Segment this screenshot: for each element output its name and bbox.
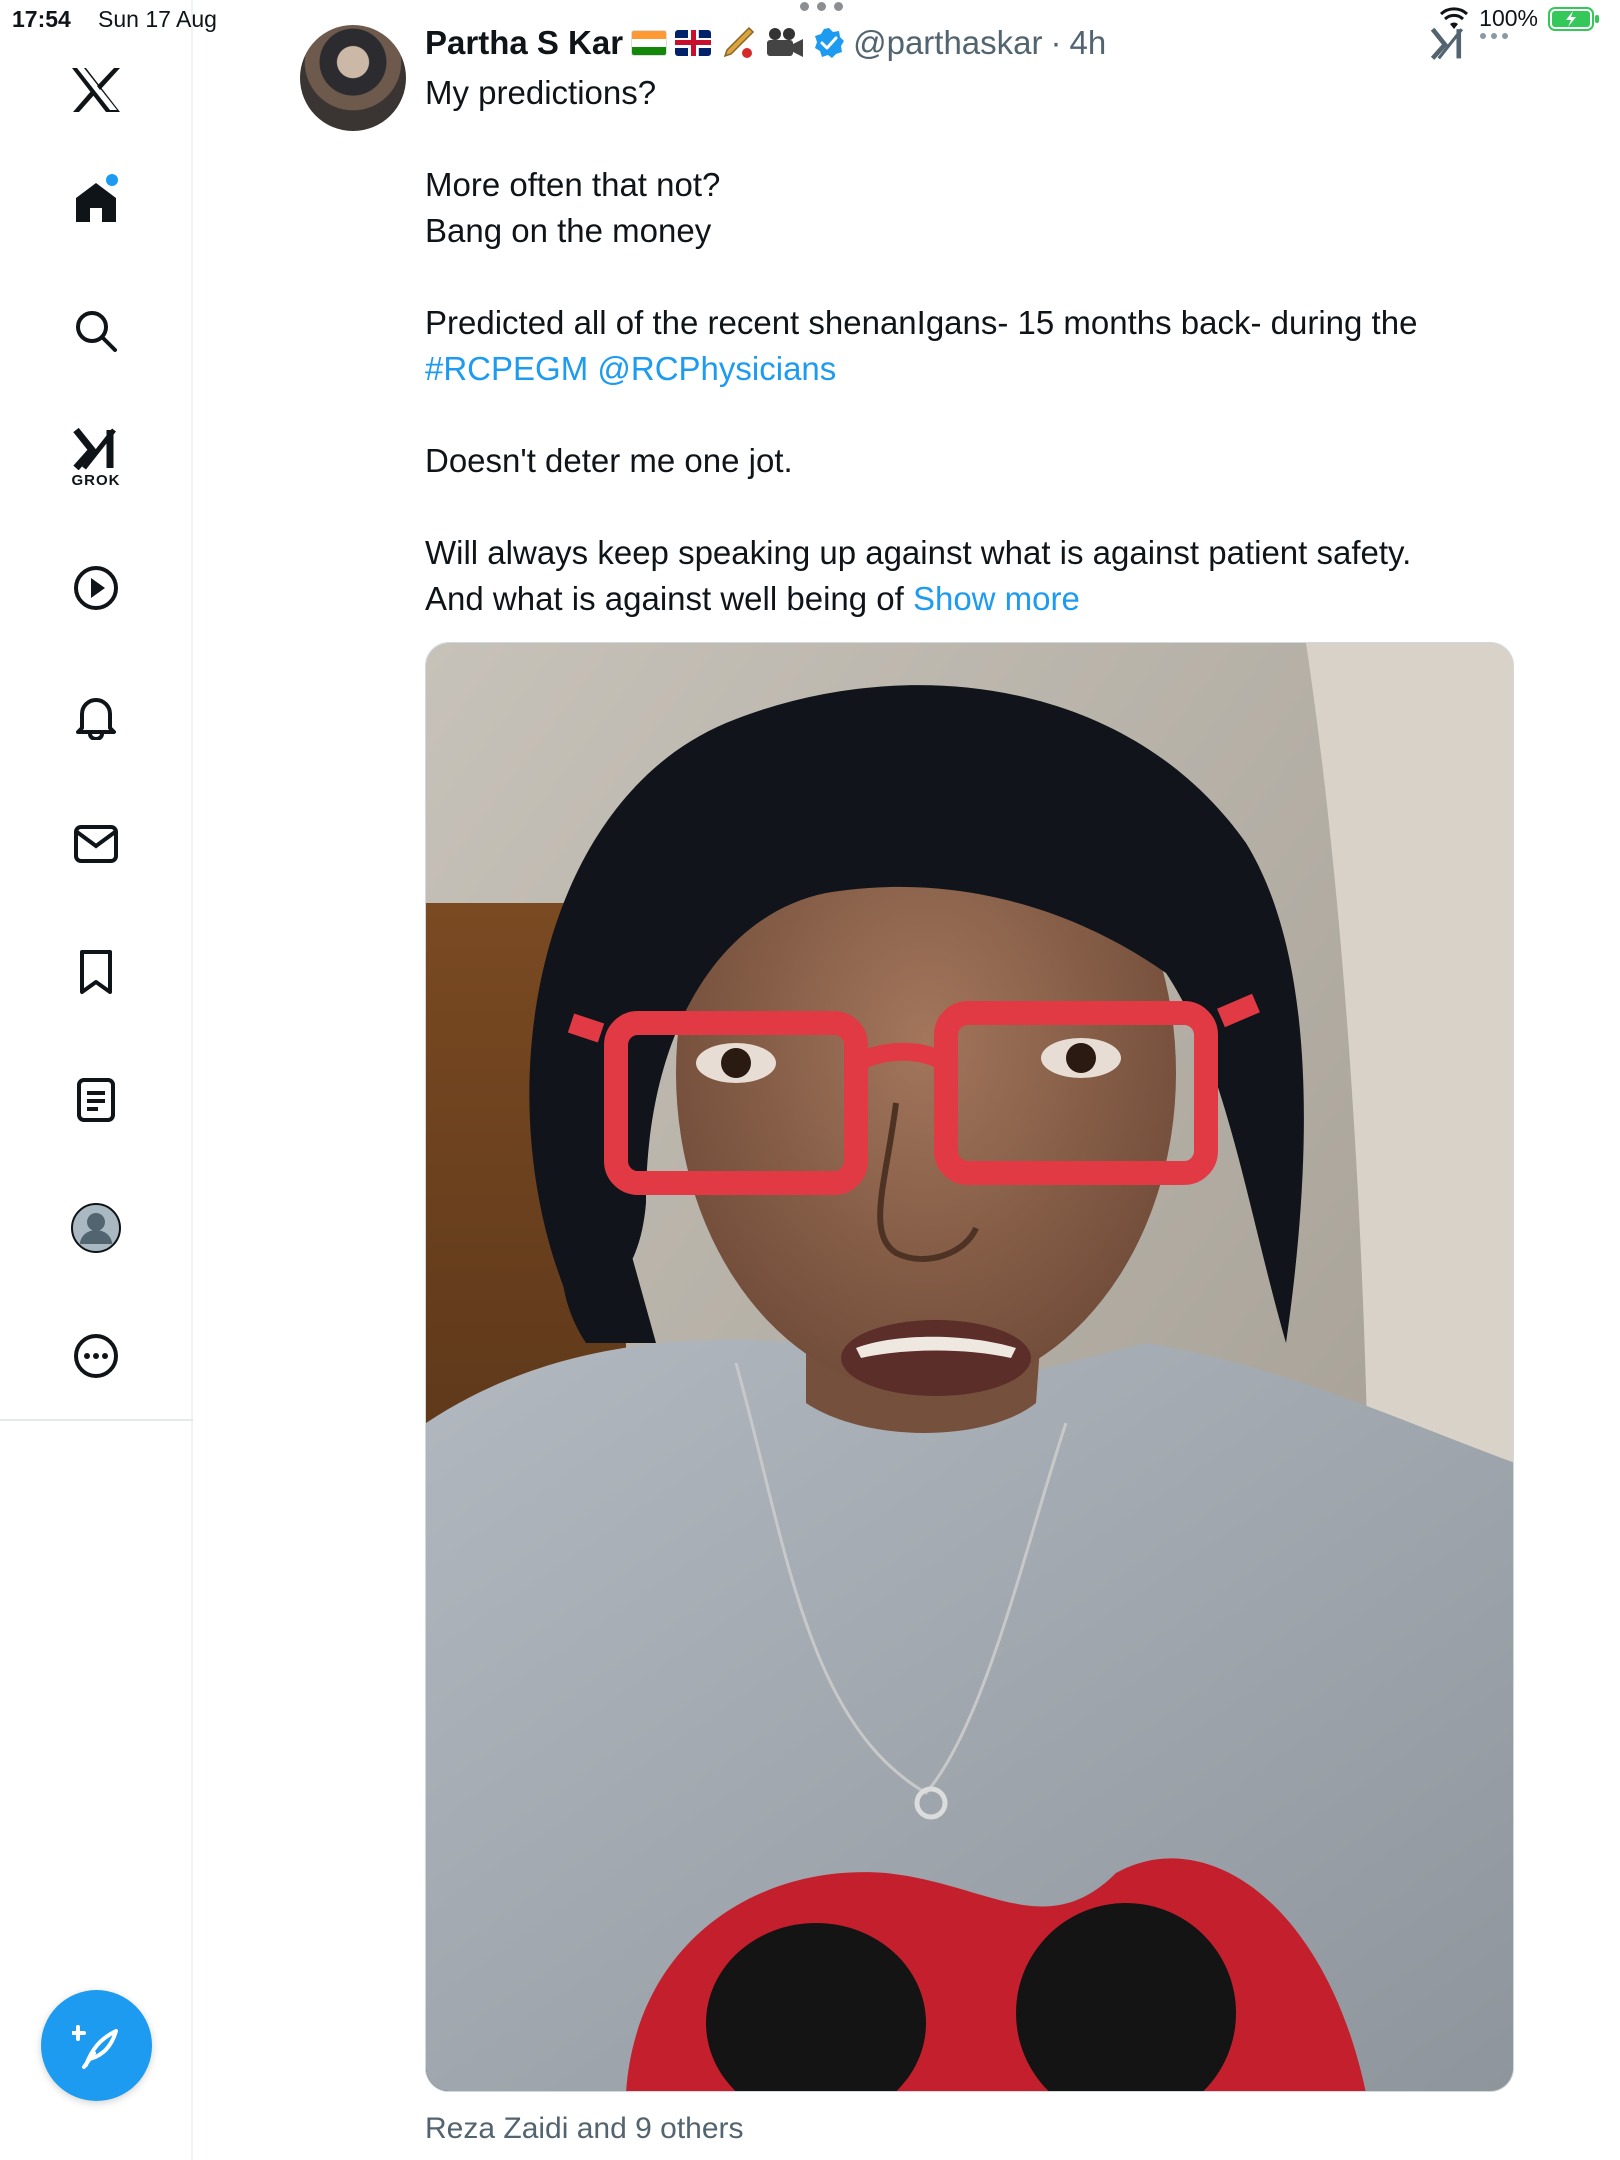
show-more-link[interactable]: Show more	[913, 580, 1080, 617]
tweet-line: More often that not?	[425, 166, 721, 203]
sidebar-item-messages[interactable]	[56, 804, 136, 884]
multitasking-dots[interactable]	[800, 2, 843, 11]
sidebar: GROK	[0, 0, 193, 2160]
list-icon	[77, 1078, 115, 1122]
grok-label: GROK	[71, 471, 121, 489]
home-notification-dot	[106, 174, 118, 186]
more-circle-icon	[74, 1334, 118, 1378]
wifi-icon	[1440, 6, 1469, 29]
home-icon	[76, 183, 116, 222]
x-logo-link[interactable]	[56, 50, 136, 130]
sidebar-item-bookmarks[interactable]	[56, 932, 136, 1012]
tweet-line: #RCPEGM @RCPhysicians	[425, 346, 1515, 392]
status-bar: 17:54 Sun 17 Aug 100%	[0, 0, 1620, 40]
hashtag-link[interactable]: #RCPEGM	[425, 350, 588, 387]
tweet-line: My predictions?	[425, 74, 657, 111]
tweet-text: My predictions? More often that not? Ban…	[425, 70, 1515, 622]
sidebar-item-notifications[interactable]	[56, 677, 136, 757]
author-avatar[interactable]	[300, 25, 406, 131]
sidebar-item-home[interactable]	[56, 162, 136, 242]
bell-icon	[76, 698, 116, 740]
tweet-line: Doesn't deter me one jot.	[425, 442, 793, 479]
bookmark-icon	[80, 950, 112, 994]
tweet-line-text: And what is against well being of	[425, 580, 904, 617]
status-time: 17:54	[12, 6, 71, 32]
compose-feather-icon	[71, 2024, 118, 2069]
sidebar-divider	[0, 1419, 193, 1421]
play-icon	[74, 566, 118, 610]
selfie-photo	[426, 643, 1513, 2091]
profile-icon	[71, 1203, 121, 1253]
mention-link[interactable]: @RCPhysicians	[597, 350, 836, 387]
tweet-media-photo[interactable]	[425, 642, 1514, 2092]
tweet-line: And what is against well being of Show m…	[425, 576, 1515, 622]
search-icon	[76, 311, 117, 352]
sidebar-item-search[interactable]	[56, 291, 136, 371]
status-date: Sun 17 Aug	[98, 6, 217, 32]
x-logo-icon	[72, 68, 120, 112]
liked-by-summary[interactable]: Reza Zaidi and 9 others	[425, 2112, 744, 2146]
compose-button[interactable]	[41, 1990, 152, 2101]
sidebar-item-video[interactable]	[56, 548, 136, 628]
battery-charging-icon	[1548, 6, 1599, 31]
tweet-line: Predicted all of the recent shenanIgans-…	[425, 304, 1418, 341]
sidebar-item-more[interactable]	[56, 1316, 136, 1396]
sidebar-item-lists[interactable]	[56, 1060, 136, 1140]
grok-icon	[73, 427, 116, 470]
status-right: 100%	[1439, 5, 1600, 32]
tweet-line: Bang on the money	[425, 212, 712, 249]
tweet-line: Will always keep speaking up against wha…	[425, 534, 1412, 571]
battery-percent: 100%	[1479, 5, 1538, 31]
mail-icon	[74, 825, 118, 863]
sidebar-item-profile[interactable]	[56, 1188, 136, 1268]
sidebar-item-grok[interactable]: GROK	[56, 417, 136, 497]
